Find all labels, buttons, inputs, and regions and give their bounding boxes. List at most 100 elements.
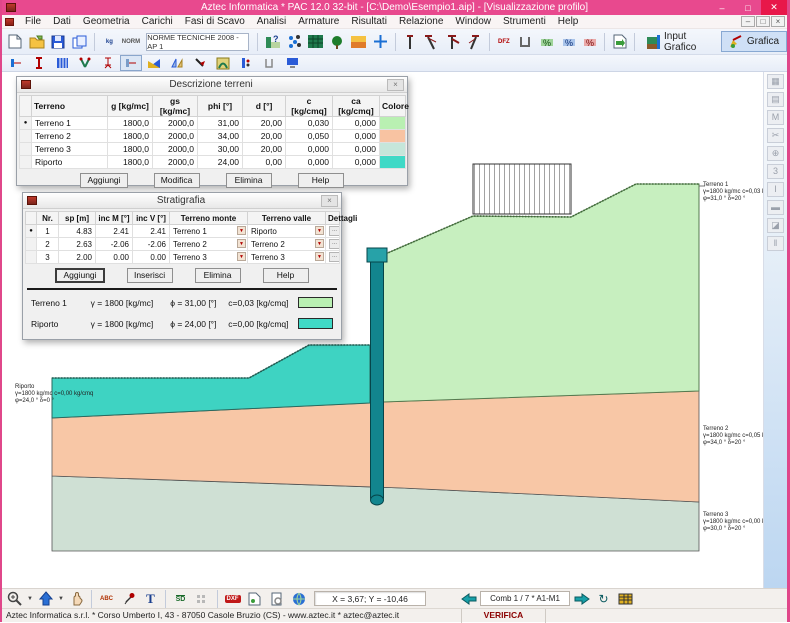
- row-selected-marker[interactable]: ●: [26, 225, 37, 238]
- paint-icon[interactable]: ◪: [767, 218, 784, 233]
- section-points-icon[interactable]: [235, 55, 257, 71]
- slope-fill-icon[interactable]: [143, 55, 165, 71]
- inserisci-button[interactable]: Inserisci: [127, 268, 173, 283]
- pan-up-icon[interactable]: [35, 590, 56, 608]
- hand-pan-icon[interactable]: [66, 590, 87, 608]
- elimina-button[interactable]: Elimina: [226, 173, 272, 188]
- table-row[interactable]: ● 1 4.83 2.41 2.41 Terreno 1▼ Riporto▼ .…: [26, 225, 340, 238]
- maximize-button[interactable]: □: [735, 0, 761, 15]
- dropdown-icon[interactable]: ▼: [315, 226, 324, 235]
- bracket-icon[interactable]: [258, 55, 280, 71]
- menu-file[interactable]: File: [19, 15, 47, 29]
- wall-query-icon[interactable]: ?: [262, 31, 283, 53]
- monitor-icon[interactable]: [281, 55, 303, 71]
- columns-icon[interactable]: ‖: [767, 236, 784, 251]
- dialog-close-icon[interactable]: ×: [321, 195, 338, 207]
- wall-left-icon[interactable]: [5, 55, 27, 71]
- mesh-view-icon[interactable]: [212, 55, 234, 71]
- sd-dimension-icon[interactable]: SD: [170, 590, 191, 608]
- stratigrafia-titlebar[interactable]: Stratigrafia ×: [23, 193, 341, 209]
- table-row[interactable]: Riporto1800,02000,024,000,000,0000,000: [20, 156, 406, 169]
- descrizione-terreni-titlebar[interactable]: Descrizione terreni ×: [17, 77, 407, 93]
- arrow-down-right-icon[interactable]: [189, 55, 211, 71]
- soil-layers-icon[interactable]: [349, 31, 370, 53]
- input-grafico-button[interactable]: Input Grafico: [639, 31, 720, 52]
- panel-icon[interactable]: ▦: [767, 74, 784, 89]
- menu-geometria[interactable]: Geometria: [77, 15, 136, 29]
- norme-tecniche-combo[interactable]: NORME TECNICHE 2008 - AP 1: [146, 33, 249, 51]
- dropdown-icon[interactable]: ▼: [315, 239, 324, 248]
- pan-dropdown-icon[interactable]: ▼: [57, 596, 65, 602]
- pile-row-icon[interactable]: [51, 55, 73, 71]
- ibeam-icon[interactable]: I: [767, 182, 784, 197]
- open-folder-icon[interactable]: [27, 31, 48, 53]
- view-3d-icon[interactable]: 3: [767, 164, 784, 179]
- export-document-icon[interactable]: [609, 31, 630, 53]
- row-selected-marker[interactable]: ●: [20, 117, 32, 130]
- text-tool-icon[interactable]: T: [140, 590, 161, 608]
- menu-help[interactable]: Help: [552, 15, 585, 29]
- dettagli-button[interactable]: ...: [329, 252, 340, 262]
- close-button[interactable]: ✕: [761, 0, 787, 15]
- normative-icon[interactable]: NORM: [121, 31, 142, 53]
- tree-icon[interactable]: [327, 31, 348, 53]
- elimina-button[interactable]: Elimina: [195, 268, 241, 283]
- dettagli-button[interactable]: ...: [329, 239, 340, 249]
- zoom-dropdown-icon[interactable]: ▼: [26, 596, 34, 602]
- minimize-button[interactable]: –: [709, 0, 735, 15]
- help-button[interactable]: Help: [298, 173, 344, 188]
- print-preview-icon[interactable]: [266, 590, 287, 608]
- dropdown-icon[interactable]: ▼: [237, 239, 246, 248]
- menu-relazione[interactable]: Relazione: [393, 15, 449, 29]
- combination-selector[interactable]: Comb 1 / 7 * A1-M1: [480, 591, 570, 606]
- wall-texture-icon[interactable]: [305, 31, 326, 53]
- menu-armature[interactable]: Armature: [292, 15, 345, 29]
- box-icon[interactable]: ▬: [767, 200, 784, 215]
- modifica-button[interactable]: Modifica: [154, 173, 200, 188]
- table-row[interactable]: Terreno 21800,02000,034,0020,000,0500,00…: [20, 130, 406, 143]
- percent-blue-icon[interactable]: %: [558, 31, 579, 53]
- zoom-icon[interactable]: [4, 590, 25, 608]
- terreni-table[interactable]: Terreno g [kg/mc] gs [kg/mc] phi [°] d […: [19, 95, 406, 169]
- spellcheck-icon[interactable]: ABC: [96, 590, 117, 608]
- menu-carichi[interactable]: Carichi: [136, 15, 179, 29]
- menu-dati[interactable]: Dati: [47, 15, 77, 29]
- section-i-icon[interactable]: [28, 55, 50, 71]
- menu-analisi[interactable]: Analisi: [251, 15, 292, 29]
- menu-fasi-di-scavo[interactable]: Fasi di Scavo: [179, 15, 251, 29]
- results-table-icon[interactable]: [615, 590, 636, 608]
- table-row[interactable]: 2 2.63 -2.06 -2.06 Terreno 2▼ Terreno 2▼…: [26, 238, 340, 251]
- percent-green-icon[interactable]: %: [537, 31, 558, 53]
- next-combination-button[interactable]: [571, 590, 592, 608]
- prev-combination-button[interactable]: [458, 590, 479, 608]
- dfz-load-icon[interactable]: DFZ: [494, 31, 515, 53]
- help-globe-icon[interactable]: [288, 590, 309, 608]
- dropdown-icon[interactable]: ▼: [237, 226, 246, 235]
- export-image-icon[interactable]: [244, 590, 265, 608]
- pile-inclined-left-icon[interactable]: [421, 31, 442, 53]
- anchors-icon[interactable]: [74, 55, 96, 71]
- u-section-icon[interactable]: [515, 31, 536, 53]
- dropdown-icon[interactable]: ▼: [315, 252, 324, 261]
- copy-icon[interactable]: [70, 31, 91, 53]
- help-button[interactable]: Help: [263, 268, 309, 283]
- new-file-icon[interactable]: [5, 31, 26, 53]
- moment-curve-icon[interactable]: ↻: [593, 590, 614, 608]
- pile-inclined-right-icon[interactable]: [464, 31, 485, 53]
- scheme-points-icon[interactable]: [284, 31, 305, 53]
- menu-strumenti[interactable]: Strumenti: [497, 15, 552, 29]
- dialog-close-icon[interactable]: ×: [387, 79, 404, 91]
- aggiungi-button[interactable]: Aggiungi: [80, 173, 127, 188]
- drawing-canvas[interactable]: Riporto γ=1800 kg/mc c=0,00 kg/cmq φ=24,…: [2, 72, 763, 588]
- diagram-icon[interactable]: [166, 55, 188, 71]
- dropdown-icon[interactable]: ▼: [237, 252, 246, 261]
- dettagli-button[interactable]: ...: [329, 226, 340, 236]
- table-row[interactable]: 3 2.00 0.00 0.00 Terreno 3▼ Terreno 3▼ .…: [26, 251, 340, 264]
- aggiungi-button[interactable]: Aggiungi: [55, 268, 104, 283]
- mdi-restore-button[interactable]: □: [756, 16, 770, 27]
- stratigrafia-table[interactable]: Nr. sp [m] inc M [°] inc V [°] Terreno m…: [25, 211, 340, 264]
- table-row[interactable]: Terreno 31800,02000,030,0020,000,0000,00…: [20, 143, 406, 156]
- menu-risultati[interactable]: Risultati: [345, 15, 393, 29]
- grid-dots-icon[interactable]: [192, 590, 213, 608]
- pile-vertical-icon[interactable]: [400, 31, 421, 53]
